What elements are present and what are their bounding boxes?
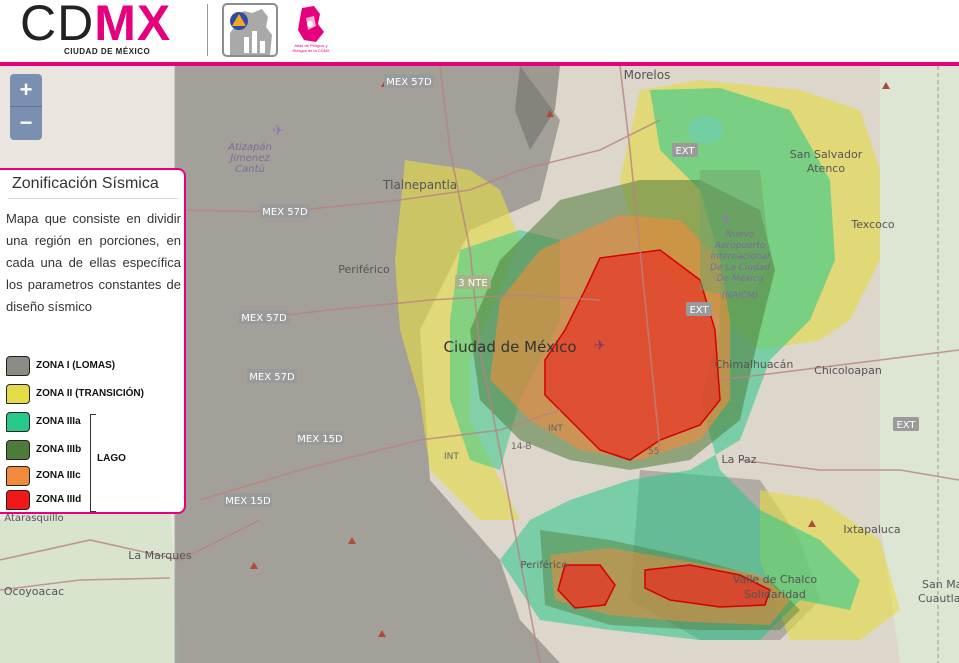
label-naicm: (NAICM) bbox=[722, 291, 759, 301]
legend-label-zona-i: ZONA I (LOMAS) bbox=[36, 360, 116, 371]
logo-subtitle: CIUDAD DE MÉXICO bbox=[64, 47, 151, 56]
legend-label-zona-iiid: ZONA IIId bbox=[36, 494, 82, 505]
label-55: 55 bbox=[648, 447, 659, 457]
label-chicoloapan: Chicoloapan bbox=[814, 364, 882, 377]
legend-label-zona-ii: ZONA II (TRANSICIÓN) bbox=[36, 388, 144, 399]
legend-swatch-zona-iiic bbox=[6, 466, 30, 486]
label-int-b: INT bbox=[444, 452, 459, 462]
zoom-in-button[interactable]: + bbox=[10, 74, 42, 106]
svg-text:MEX 57D: MEX 57D bbox=[241, 313, 287, 324]
label-nuevo: Nuevo bbox=[726, 230, 755, 240]
label-tlalnepantla: Tlalnepantla bbox=[382, 178, 457, 192]
label-14b: 14-B bbox=[511, 442, 532, 452]
label-ciudad-de-mexico: Ciudad de México bbox=[443, 338, 576, 356]
atlas-caption: Atlas de Peligros y Riesgos de la CDMX bbox=[292, 43, 330, 53]
lago-label: LAGO bbox=[97, 453, 126, 464]
header-divider bbox=[207, 4, 208, 56]
label-int-a: INT bbox=[548, 424, 563, 434]
airport-icon-aicm[interactable]: ✈ bbox=[594, 338, 606, 354]
legend-swatch-zona-iiia bbox=[6, 412, 30, 432]
legend-label-zona-iiia: ZONA IIIa bbox=[36, 416, 81, 427]
terrain-sw bbox=[0, 500, 180, 663]
logo-mx-text: MX bbox=[94, 0, 172, 51]
app-header: CDMX CIUDAD DE MÉXICO Atlas de Peligros … bbox=[0, 0, 959, 66]
label-solidaridad: Solidaridad bbox=[744, 588, 806, 601]
svg-text:MEX 15D: MEX 15D bbox=[297, 434, 343, 445]
svg-text:3 NTE: 3 NTE bbox=[458, 278, 487, 289]
label-periferico-n: Periférico bbox=[338, 263, 390, 276]
legend-label-zona-iiic: ZONA IIIc bbox=[36, 470, 81, 481]
label-jimenez: Jimenez bbox=[228, 153, 270, 164]
svg-text:MEX 57D: MEX 57D bbox=[386, 77, 432, 88]
label-la-paz: La Paz bbox=[721, 453, 756, 466]
legend-swatch-zona-i bbox=[6, 356, 30, 376]
label-chimalhuacan: Chimalhuacán bbox=[715, 358, 794, 371]
legend-panel: Zonificación Sísmica Mapa que consiste e… bbox=[0, 168, 186, 514]
label-atizapan: Atizapán bbox=[227, 141, 272, 153]
label-periferico-s: Periférico bbox=[521, 559, 568, 571]
airport-icon-naicm[interactable]: ✈ bbox=[720, 212, 732, 228]
label-atarasquillo: Atarasquillo bbox=[4, 513, 63, 524]
svg-text:MEX 15D: MEX 15D bbox=[225, 496, 271, 507]
label-atenco: Atenco bbox=[807, 162, 845, 175]
legend-label-zona-iiib: ZONA IIIb bbox=[36, 444, 82, 455]
zoom-control: + − bbox=[10, 74, 42, 140]
label-cantu: Cantú bbox=[235, 163, 265, 175]
label-de-la-ciudad: De La Ciudad bbox=[710, 263, 770, 273]
panel-description: Mapa que consiste en dividir una región … bbox=[6, 211, 181, 314]
panel-title: Zonificación Sísmica bbox=[12, 175, 159, 192]
label-de-mexico: De México bbox=[717, 273, 764, 284]
svg-text:EXT: EXT bbox=[675, 146, 695, 157]
svg-text:EXT: EXT bbox=[896, 420, 916, 431]
lake-north bbox=[688, 116, 724, 144]
label-texcoco: Texcoco bbox=[850, 218, 895, 231]
label-ocoyoacac: Ocoyoacac bbox=[4, 585, 64, 598]
label-morelos: Morelos bbox=[624, 68, 671, 82]
legend-swatch-zona-iiib bbox=[6, 440, 30, 460]
label-internacional: Internacional bbox=[710, 252, 770, 262]
proteccion-civil-logo[interactable] bbox=[222, 3, 278, 57]
logo-cd-text: CD bbox=[20, 0, 95, 51]
legend-swatch-zona-ii bbox=[6, 384, 30, 404]
legend-swatch-zona-iiid bbox=[6, 490, 30, 510]
lago-bracket bbox=[90, 414, 96, 512]
label-san-salvador: San Salvador bbox=[790, 148, 863, 161]
terrain-e bbox=[880, 66, 959, 663]
panel-divider bbox=[8, 198, 178, 199]
zoom-out-button[interactable]: − bbox=[10, 107, 42, 139]
svg-text:MEX 57D: MEX 57D bbox=[249, 372, 295, 383]
svg-text:MEX 57D: MEX 57D bbox=[262, 207, 308, 218]
label-aeropuerto: Aeropuerto bbox=[714, 241, 766, 251]
svg-text:EXT: EXT bbox=[689, 305, 709, 316]
label-la-marques: La Marques bbox=[128, 549, 192, 562]
label-valle-chalco: Valle de Chalco bbox=[733, 573, 818, 586]
label-ixtapaluca: Ixtapaluca bbox=[843, 523, 900, 536]
label-san-ma: San Ma bbox=[922, 578, 959, 591]
airport-icon-atizapan[interactable]: ✈ bbox=[272, 123, 284, 139]
label-cuautla: Cuautla bbox=[918, 592, 959, 605]
cdmx-logo[interactable]: CDMX bbox=[20, 0, 171, 48]
